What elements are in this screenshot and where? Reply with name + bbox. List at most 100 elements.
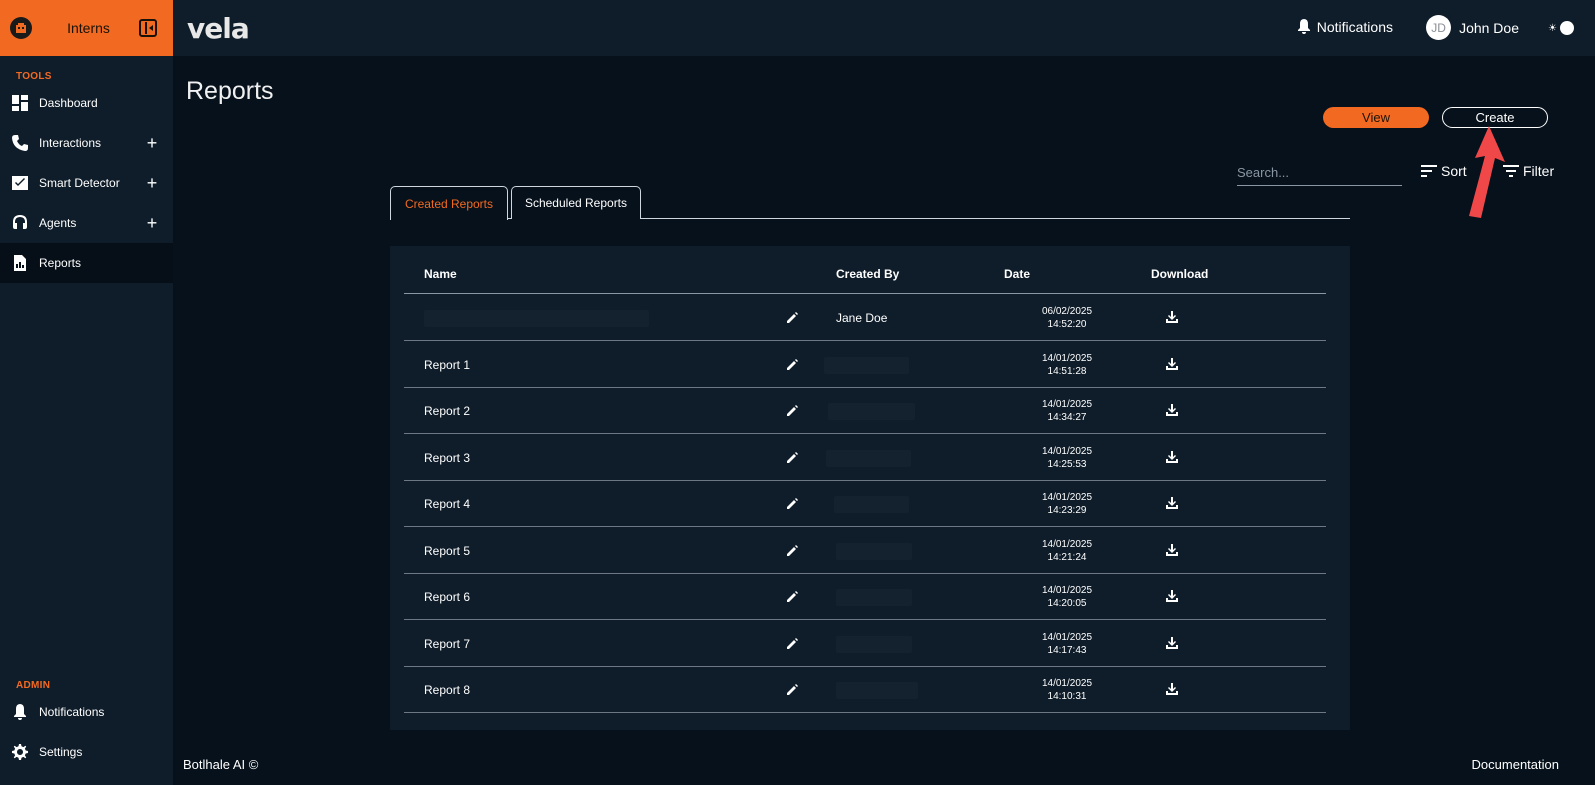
report-name: Report 5 <box>424 543 471 558</box>
create-button[interactable]: Create <box>1442 107 1548 128</box>
theme-toggle[interactable]: ☀ <box>1548 20 1578 36</box>
collapse-sidebar-icon[interactable] <box>139 19 157 37</box>
sort-icon <box>1421 165 1437 177</box>
time-value: 14:21:24 <box>1047 551 1087 563</box>
date-value: 14/01/2025 <box>1041 352 1093 364</box>
download-icon[interactable] <box>1165 543 1179 557</box>
sidebar: Interns TOOLS Dashboard Interactions + S… <box>0 0 173 785</box>
redacted-created-by <box>828 403 915 420</box>
user-menu[interactable]: JD John Doe <box>1426 15 1519 40</box>
sidebar-item-settings[interactable]: Settings <box>0 732 173 772</box>
download-icon[interactable] <box>1165 589 1179 603</box>
topbar-notifications-button[interactable]: Notifications <box>1297 19 1393 35</box>
edit-icon[interactable] <box>786 637 798 649</box>
time-value: 14:51:28 <box>1047 365 1087 377</box>
report-name: Report 8 <box>424 683 471 697</box>
report-name: Report 6 <box>424 590 471 604</box>
phone-icon <box>11 134 29 152</box>
dashboard-icon <box>11 94 29 112</box>
edit-icon[interactable] <box>786 358 798 370</box>
tab-created-reports[interactable]: Created Reports <box>390 186 508 220</box>
download-icon[interactable] <box>1165 357 1179 371</box>
headset-icon <box>11 214 29 232</box>
smart-detector-icon <box>11 174 29 192</box>
created-by: Jane Doe <box>836 311 888 325</box>
report-date: 14/01/2025 14:51:28 <box>1017 352 1117 378</box>
sidebar-item-notifications[interactable]: Notifications <box>0 692 173 732</box>
column-header-download: Download <box>1151 267 1209 281</box>
edit-icon[interactable] <box>786 497 798 509</box>
download-icon[interactable] <box>1165 450 1179 464</box>
expand-plus-icon[interactable]: + <box>145 214 159 232</box>
report-date: 14/01/2025 14:25:53 <box>1017 445 1117 471</box>
redacted-created-by <box>834 496 909 513</box>
download-icon[interactable] <box>1165 496 1179 510</box>
table-row: Jane Doe 06/02/2025 14:52:20 <box>404 294 1326 341</box>
expand-plus-icon[interactable]: + <box>145 174 159 192</box>
edit-icon[interactable] <box>786 311 798 323</box>
edit-icon[interactable] <box>786 683 798 695</box>
redacted-created-by <box>826 449 911 467</box>
view-button[interactable]: View <box>1323 107 1429 128</box>
table-header-row: Name Created By Date Download <box>404 246 1326 294</box>
tools-section-label: TOOLS <box>16 71 52 82</box>
admin-section-label: ADMIN <box>16 680 51 691</box>
page-title: Reports <box>186 77 274 105</box>
download-icon[interactable] <box>1165 682 1179 696</box>
sidebar-item-agents[interactable]: Agents + <box>0 203 173 243</box>
sun-icon: ☀ <box>1548 22 1557 34</box>
brand-logo-icon <box>10 17 32 39</box>
sidebar-item-label: Settings <box>39 745 83 759</box>
column-header-date[interactable]: Date <box>1004 267 1030 281</box>
report-date: 06/02/2025 14:52:20 <box>1017 305 1117 331</box>
brand-header: Interns <box>0 0 173 56</box>
sidebar-item-reports[interactable]: Reports <box>0 243 173 283</box>
sidebar-item-label: Interactions <box>39 136 102 150</box>
app-logo-text: vela <box>187 12 250 45</box>
admin-nav: Notifications Settings <box>0 692 173 772</box>
toggle-knob <box>1559 21 1574 35</box>
avatar: JD <box>1426 15 1452 40</box>
date-value: 14/01/2025 <box>1041 585 1093 596</box>
sidebar-item-smart-detector[interactable]: Smart Detector + <box>0 163 173 203</box>
app-logo[interactable]: vela <box>187 12 250 45</box>
column-header-created-by[interactable]: Created By <box>836 267 899 281</box>
documentation-link[interactable]: Documentation <box>1472 757 1559 772</box>
download-icon[interactable] <box>1165 636 1179 650</box>
table-row: Report 2 14/01/2025 14:34:27 <box>404 387 1326 434</box>
time-value: 14:52:20 <box>1047 319 1087 330</box>
table-row: Report 5 14/01/2025 14:21:24 <box>404 527 1326 574</box>
reports-table: Name Created By Date Download Jane Doe 06… <box>390 246 1350 730</box>
download-icon[interactable] <box>1165 403 1179 417</box>
time-value: 14:23:29 <box>1047 505 1087 516</box>
bell-icon <box>11 703 29 721</box>
time-value: 14:20:05 <box>1047 598 1087 609</box>
date-value: 14/01/2025 <box>1041 445 1093 457</box>
search-input[interactable] <box>1237 164 1413 180</box>
annotation-arrow-icon <box>1469 126 1505 218</box>
sidebar-item-label: Smart Detector <box>39 176 120 190</box>
expand-plus-icon[interactable]: + <box>145 134 159 152</box>
report-name: Report 2 <box>424 404 471 418</box>
report-icon <box>11 254 29 272</box>
table-row: Report 1 14/01/2025 14:51:28 <box>404 341 1326 388</box>
sidebar-item-interactions[interactable]: Interactions + <box>0 123 173 163</box>
sidebar-item-dashboard[interactable]: Dashboard <box>0 83 173 123</box>
report-tabs: Created Reports Scheduled Reports <box>390 186 1350 220</box>
edit-icon[interactable] <box>786 451 798 463</box>
report-date: 14/01/2025 14:34:27 <box>1017 398 1117 424</box>
edit-icon[interactable] <box>786 404 798 416</box>
edit-icon[interactable] <box>786 590 798 602</box>
table-row: Report 8 14/01/2025 14:10:31 <box>404 666 1326 713</box>
report-name: Report 1 <box>424 357 471 372</box>
bell-icon <box>1297 19 1310 34</box>
date-value: 14/01/2025 <box>1041 492 1093 503</box>
tab-scheduled-reports[interactable]: Scheduled Reports <box>511 186 641 219</box>
column-header-name[interactable]: Name <box>424 267 457 281</box>
date-value: 06/02/2025 <box>1041 306 1093 317</box>
date-value: 14/01/2025 <box>1041 678 1093 689</box>
edit-icon[interactable] <box>786 544 798 556</box>
redacted-created-by <box>824 356 909 374</box>
download-icon[interactable] <box>1165 310 1179 324</box>
report-name: Report 3 <box>424 450 471 465</box>
